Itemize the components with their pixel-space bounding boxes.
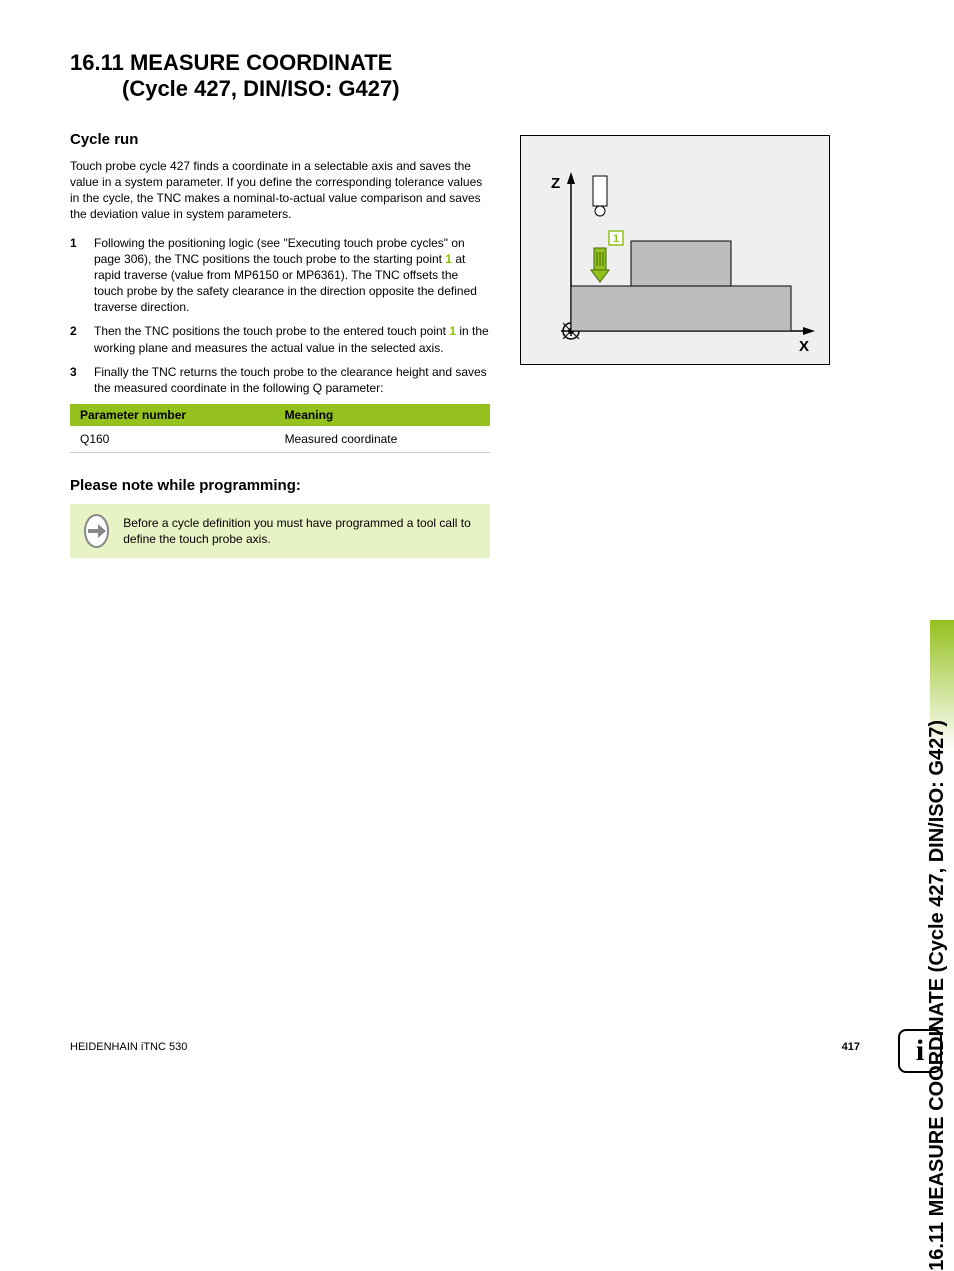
table-header: Parameter number (70, 404, 275, 426)
intro-paragraph: Touch probe cycle 427 finds a coordinate… (70, 158, 490, 223)
table-row: Q160 Measured coordinate (70, 426, 490, 453)
table-cell: Measured coordinate (275, 426, 490, 453)
table-header: Meaning (275, 404, 490, 426)
note-heading: Please note while programming: (70, 477, 490, 494)
parameter-table: Parameter number Meaning Q160 Measured c… (70, 404, 490, 453)
page-title: 16.11 MEASURE COORDINATE (Cycle 427, DIN… (70, 50, 860, 103)
step-item: 3 Finally the TNC returns the touch prob… (70, 364, 490, 396)
page-content: 16.11 MEASURE COORDINATE (Cycle 427, DIN… (70, 50, 860, 558)
footer-product: HEIDENHAIN iTNC 530 (70, 1041, 187, 1053)
page-number: 417 (842, 1041, 860, 1053)
note-box: Before a cycle definition you must have … (70, 504, 490, 558)
arrow-right-icon (84, 514, 109, 548)
svg-text:Z: Z (551, 175, 560, 192)
note-section: Please note while programming: Before a … (70, 477, 490, 558)
diagram: 1 Z X (520, 135, 830, 365)
note-text: Before a cycle definition you must have … (123, 515, 476, 547)
title-line-2: (Cycle 427, DIN/ISO: G427) (70, 76, 860, 102)
right-column: 1 Z X (520, 131, 850, 558)
info-icon: i (898, 1029, 942, 1073)
title-line-1: 16.11 MEASURE COORDINATE (70, 50, 392, 75)
left-column: Cycle run Touch probe cycle 427 finds a … (70, 131, 490, 558)
page-footer: HEIDENHAIN iTNC 530 417 (70, 1041, 860, 1053)
svg-text:X: X (799, 338, 809, 355)
cycle-run-heading: Cycle run (70, 131, 490, 148)
step-text: Then the TNC positions the touch probe t… (94, 323, 490, 355)
step-number: 2 (70, 323, 84, 355)
step-text: Finally the TNC returns the touch probe … (94, 364, 490, 396)
two-column-layout: Cycle run Touch probe cycle 427 finds a … (70, 131, 860, 558)
table-cell: Q160 (70, 426, 275, 453)
side-tab-text: 16.11 MEASURE COORDINATE (Cycle 427, DIN… (926, 720, 949, 1271)
side-tab: 16.11 MEASURE COORDINATE (Cycle 427, DIN… (894, 20, 954, 740)
step-item: 1 Following the positioning logic (see "… (70, 235, 490, 316)
steps-list: 1 Following the positioning logic (see "… (70, 235, 490, 397)
diagram-svg: 1 Z X (521, 136, 831, 366)
svg-text:1: 1 (613, 233, 619, 245)
step-number: 3 (70, 364, 84, 396)
step-text: Following the positioning logic (see "Ex… (94, 235, 490, 316)
step-item: 2 Then the TNC positions the touch probe… (70, 323, 490, 355)
table-header-row: Parameter number Meaning (70, 404, 490, 426)
step-number: 1 (70, 235, 84, 316)
